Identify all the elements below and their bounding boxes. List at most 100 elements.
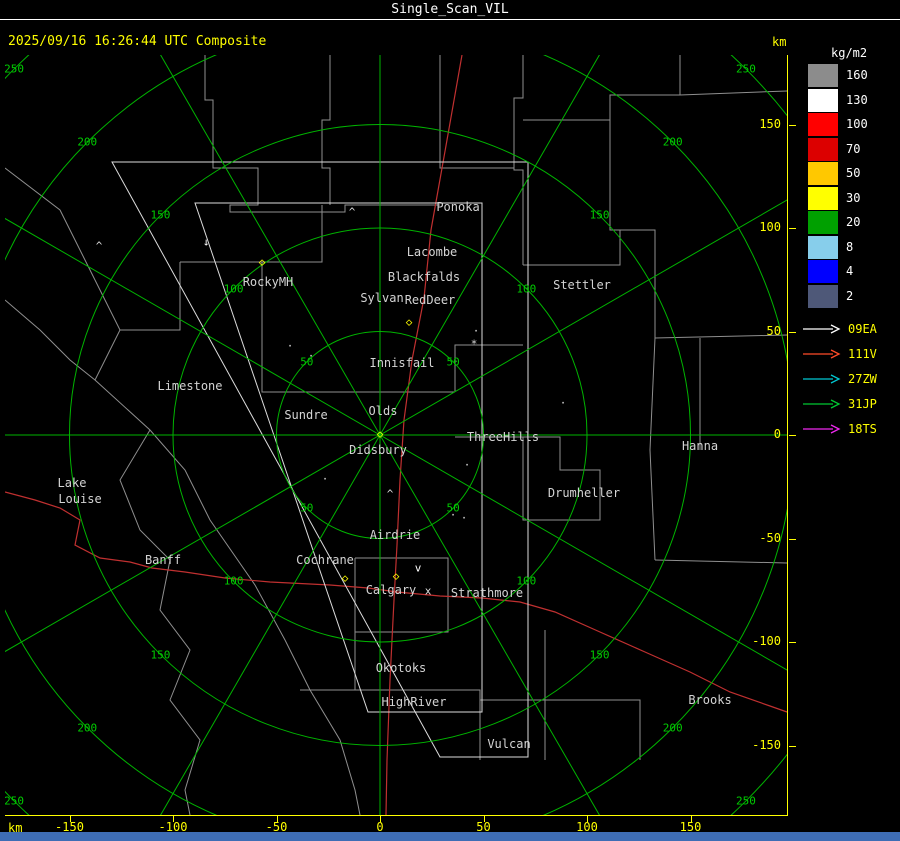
city-label: Louise	[58, 492, 102, 506]
bottom-axis-label: 0	[376, 820, 384, 834]
asterisk-marker-icon: *	[470, 337, 478, 351]
bottom-axis-label: 150	[679, 820, 702, 834]
dot-marker-icon: ·	[449, 508, 457, 522]
ring-distance-label: 200	[662, 135, 683, 149]
legend-scale-row: 30	[808, 186, 898, 210]
legend-color-swatch	[808, 64, 838, 87]
vil-color-scale: 160 130 100 70 50 30 20 8 4 2	[808, 64, 898, 309]
legend-scale-value: 8	[846, 239, 854, 254]
city-label: Hanna	[681, 439, 719, 453]
right-axis-label: -150	[752, 737, 781, 752]
legend-scale-row: 8	[808, 235, 898, 259]
caret-marker-icon: ^	[95, 239, 103, 253]
scan-timestamp-label: 2025/09/16 16:26:44 UTC Composite	[8, 34, 267, 49]
legend-scale-row: 130	[808, 88, 898, 112]
window-titlebar: Single_Scan_VIL	[0, 0, 900, 20]
city-label: Airdrie	[369, 528, 421, 542]
ring-distance-label: 250	[5, 794, 24, 808]
dot-marker-icon: ·	[286, 339, 294, 353]
radar-map-view[interactable]: 50 50 50 50 100 100 100 100 150 150 150 150 200 200 20…	[5, 55, 788, 816]
legend-scale-value: 20	[846, 215, 861, 229]
map-label-overlay: 50 50 50 50 100 100 100 100 150 150 150 150 200 200 20…	[5, 55, 788, 816]
ring-distance-label: 250	[735, 62, 756, 76]
window-title: Single_Scan_VIL	[391, 2, 509, 17]
ring-distance-label: 150	[150, 208, 171, 222]
legend-scale-row: 2	[808, 284, 898, 308]
storm-track-legend-row: 09EA	[802, 316, 898, 341]
city-label: RedDeer	[404, 293, 456, 307]
radar-app-window: Single_Scan_VIL 2025/09/16 16:26:44 UTC …	[0, 0, 900, 841]
radar-site-diamond-icon: ◇	[405, 315, 413, 329]
city-label: Lacombe	[406, 245, 458, 259]
ring-distance-label: 200	[662, 721, 683, 735]
track-arrow-icon	[803, 323, 841, 334]
dot-marker-icon: ·	[559, 396, 567, 410]
city-label: Calgary	[365, 583, 417, 597]
storm-track-legend-row: 27ZW	[802, 366, 898, 391]
bottom-axis-label: -100	[158, 820, 188, 834]
city-label: Ponoka	[436, 200, 480, 214]
track-id-label: 31JP	[848, 396, 877, 411]
storm-track-arrow-icon: ↓	[202, 235, 210, 249]
dot-marker-icon: ·	[460, 511, 468, 525]
legend-color-swatch	[808, 162, 838, 185]
bottom-scrollbar[interactable]	[0, 832, 900, 841]
legend-color-swatch	[808, 113, 838, 136]
city-label: Olds	[368, 404, 398, 418]
dot-marker-icon: ·	[307, 349, 315, 363]
legend-color-swatch	[808, 284, 838, 308]
legend-color-swatch	[808, 211, 838, 234]
track-arrow-icon	[803, 398, 841, 409]
map-right-border	[787, 55, 788, 816]
legend-color-swatch	[808, 88, 838, 112]
right-axis-unit-label: km	[772, 35, 787, 49]
legend-scale-value: 130	[846, 92, 868, 107]
x-marker-icon: x	[424, 584, 432, 598]
right-axis-label: -50	[759, 530, 781, 545]
ring-distance-label: 100	[223, 282, 244, 296]
ring-distance-label: 100	[223, 574, 244, 588]
legend-scale-value: 30	[846, 190, 861, 205]
legend-scale-row: 50	[808, 162, 898, 185]
ring-distance-label: 150	[589, 648, 610, 662]
city-label: Limestone	[157, 379, 223, 393]
legend-scale-value: 50	[846, 166, 861, 180]
legend-color-swatch	[808, 186, 838, 210]
storm-track-legend-row: 18TS	[802, 416, 898, 441]
city-label: Innisfail	[369, 356, 435, 370]
legend-scale-value: 2	[846, 288, 854, 303]
map-bottom-border	[5, 815, 788, 816]
right-axis-tick	[789, 331, 796, 333]
track-id-label: 27ZW	[848, 371, 877, 386]
legend-scale-value: 4	[846, 264, 854, 278]
right-axis-tick	[789, 538, 796, 540]
legend-scale-row: 160	[808, 64, 898, 87]
legend-color-swatch	[808, 235, 838, 259]
legend-scale-row: 4	[808, 260, 898, 283]
ring-distance-label: 150	[150, 648, 171, 662]
caret-marker-icon: ^	[386, 487, 394, 501]
ring-distance-label: 250	[5, 62, 24, 76]
legend-scale-value: 100	[846, 117, 868, 131]
track-arrow-icon	[803, 373, 841, 384]
dot-marker-icon: ·	[472, 324, 480, 338]
legend-color-swatch	[808, 260, 838, 283]
bottom-axis-label: 50	[476, 820, 491, 834]
track-id-label: 09EA	[848, 321, 877, 336]
bottom-axis-label: 100	[576, 820, 598, 834]
ring-distance-label: 50	[446, 355, 460, 369]
right-axis-label: 50	[766, 323, 781, 338]
city-label: Didsbury	[349, 443, 407, 457]
caret-marker-icon: ^	[348, 205, 356, 219]
radar-site-diamond-icon: ◇	[376, 427, 384, 441]
legend-unit-label: kg/m2	[831, 46, 868, 60]
city-label: ThreeHills	[466, 430, 540, 444]
right-axis-tick	[789, 745, 796, 747]
legend-scale-row: 100	[808, 113, 898, 136]
city-label: Lake	[57, 476, 87, 490]
city-label: Strathmore	[450, 586, 524, 600]
city-label: Brooks	[688, 693, 732, 707]
city-label: Blackfalds	[387, 270, 461, 284]
ring-distance-label: 150	[589, 208, 610, 222]
city-label: Stettler	[553, 278, 611, 292]
